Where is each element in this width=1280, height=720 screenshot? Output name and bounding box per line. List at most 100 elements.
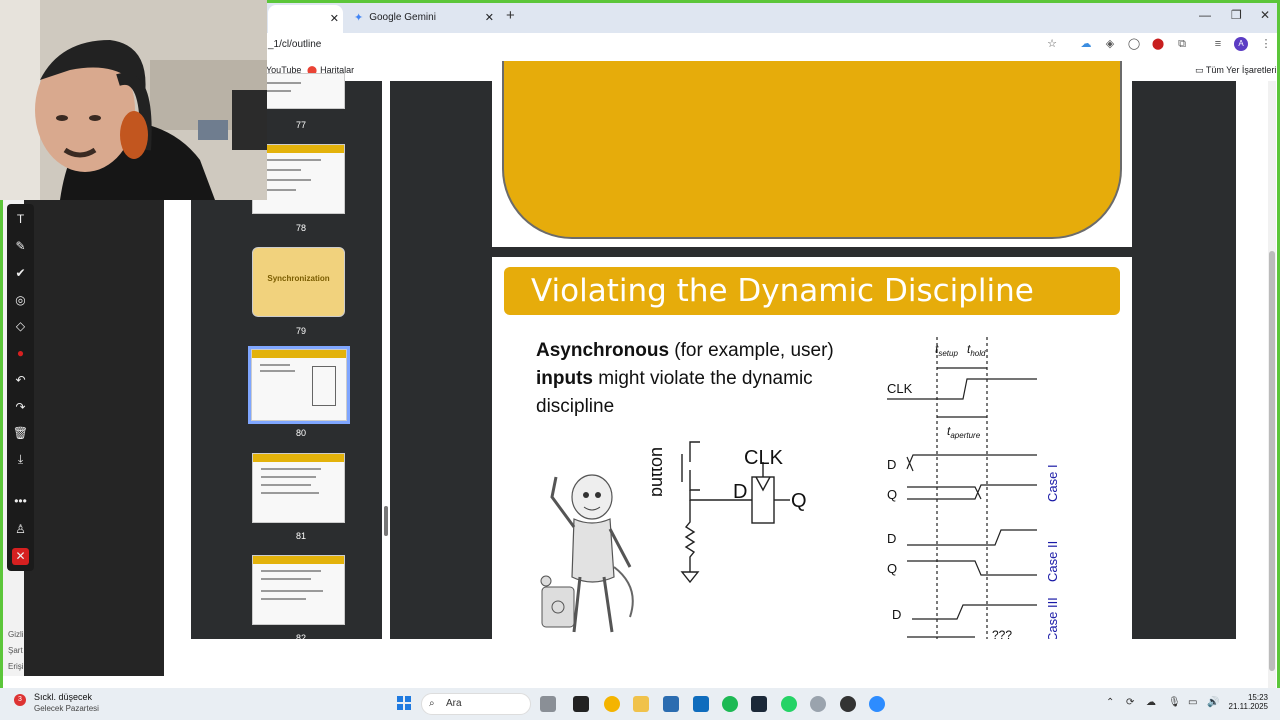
minimize-button[interactable]: — <box>1199 8 1211 22</box>
thumb-diagram <box>312 366 336 406</box>
undo-icon[interactable]: ↶ <box>7 373 34 387</box>
settings-gear-icon[interactable] <box>810 696 826 712</box>
thumb-title-bar <box>252 350 346 358</box>
zoom-icon[interactable] <box>869 696 885 712</box>
tab-google-gemini[interactable]: ✦ Google Gemini ✕ <box>348 5 498 29</box>
thumb-line <box>261 169 301 171</box>
download-icon[interactable]: ⤓ <box>7 452 34 467</box>
sync-icon[interactable]: ⟳ <box>1126 697 1134 708</box>
d-signal-label: D <box>887 457 896 472</box>
close-tab-icon[interactable]: ✕ <box>485 11 494 24</box>
scrollbar-thumb[interactable] <box>1269 251 1275 671</box>
weather-title: Sıckl. düşecek <box>34 692 93 702</box>
url-field[interactable]: _1/cl/outline <box>268 39 321 50</box>
notification-badge: 3 <box>14 694 26 706</box>
annotation-toolbar: T ✎ ✔ ◎ ◇ ● ↶ ↷ 🗑 ⤓ ••• ♙ ✕ <box>7 204 34 571</box>
close-tab-icon[interactable]: ✕ <box>330 12 339 25</box>
thumb-line <box>261 492 319 494</box>
media-control-icon[interactable]: ≡ <box>1211 37 1225 51</box>
eraser-tool-icon[interactable]: ◇ <box>7 319 34 333</box>
t-setup: tsetup <box>935 342 958 358</box>
thumb-line <box>261 159 321 161</box>
thumbnail-79[interactable]: Synchronization <box>252 247 345 317</box>
bookmark-star-icon[interactable]: ☆ <box>1045 37 1059 51</box>
cloud-extension-icon[interactable]: ☁ <box>1079 37 1093 51</box>
steam-icon[interactable] <box>751 696 767 712</box>
sliver-text: Gizli <box>8 630 24 639</box>
taskbar-search[interactable]: ⌕ Ara <box>421 693 531 715</box>
t-aperture: taperture <box>947 424 981 440</box>
browser-scrollbar[interactable] <box>1268 81 1276 688</box>
microphone-icon[interactable]: 🎙 <box>1168 697 1181 708</box>
thumbnail-82[interactable] <box>252 555 345 625</box>
task-view-icon[interactable] <box>573 696 589 712</box>
folder-icon: ▭ <box>1195 65 1206 75</box>
more-icon[interactable]: ••• <box>7 494 34 508</box>
slide-body-text: Asynchronous (for example, user) inputs … <box>536 337 866 421</box>
highlight-tool-icon[interactable]: ◎ <box>7 293 34 307</box>
app-icon-dark[interactable] <box>840 696 856 712</box>
chrome-icon[interactable] <box>604 696 620 712</box>
d-label: D <box>733 481 747 503</box>
body-text: (for example, user) <box>669 340 834 361</box>
display-icon[interactable]: ▭ <box>1188 697 1197 708</box>
desktop: ✕ ✦ Google Gemini ✕ + — ❐ ✕ _1/cl/outlin… <box>0 0 1280 720</box>
weather-widget[interactable]: 3 Sıckl. düşecek Gelecek Pazartesi <box>14 692 99 713</box>
new-tab-button[interactable]: + <box>506 7 515 24</box>
close-window-button[interactable]: ✕ <box>1260 8 1270 22</box>
thumbnail-80[interactable] <box>248 346 350 424</box>
show-hidden-icons[interactable]: ⌃ <box>1106 697 1114 708</box>
clk-label: CLK <box>744 447 784 469</box>
store-icon[interactable] <box>663 696 679 712</box>
extension-icon[interactable]: ◯ <box>1127 37 1141 51</box>
text-tool-icon[interactable]: T <box>7 212 34 226</box>
restore-button[interactable]: ❐ <box>1231 8 1242 22</box>
whatsapp-icon[interactable] <box>781 696 797 712</box>
thumb-line <box>261 598 306 600</box>
volume-icon[interactable]: 🔊 <box>1207 697 1219 708</box>
all-bookmarks[interactable]: ▭ Tüm Yer İşaretleri <box>1195 65 1276 76</box>
rounded-box <box>502 61 1122 239</box>
thumb-line <box>261 468 321 470</box>
tab-title: Google Gemini <box>369 11 436 23</box>
thumb-line <box>261 484 311 486</box>
file-explorer-icon[interactable] <box>633 696 649 712</box>
windows-start-icon[interactable] <box>397 696 411 710</box>
thumb-line <box>261 179 311 181</box>
color-picker-icon[interactable]: ● <box>7 346 34 360</box>
app-icon-boat[interactable] <box>540 696 556 712</box>
clock-time: 15:23 <box>1247 693 1268 702</box>
system-clock[interactable]: 15:23 21.11.2025 <box>1224 693 1268 711</box>
d-signal-label: D <box>892 607 901 622</box>
current-slide: Violating the Dynamic Discipline Asynchr… <box>492 257 1132 639</box>
page-scrollbar[interactable] <box>1236 81 1248 639</box>
thumbnail-number: 80 <box>295 428 306 438</box>
redo-icon[interactable]: ↷ <box>7 400 34 414</box>
user-icon[interactable]: ♙ <box>7 522 34 536</box>
close-icon[interactable]: ✕ <box>12 548 29 565</box>
button-label: button <box>652 447 666 497</box>
trash-icon[interactable]: 🗑 <box>7 426 34 440</box>
extensions-puzzle-icon[interactable]: ⧉ <box>1175 37 1189 51</box>
cloud-off-icon[interactable]: ☁ <box>1146 697 1156 708</box>
scrollbar-thumb[interactable] <box>384 506 388 536</box>
thumb-title-bar <box>253 556 344 564</box>
thumbnail-scrollbar[interactable] <box>382 81 390 639</box>
outlook-icon[interactable] <box>693 696 709 712</box>
thumbnail-81[interactable] <box>252 453 345 523</box>
bookmark-label: Tüm Yer İşaretleri <box>1205 65 1277 75</box>
thumbnail-number: 81 <box>295 531 306 541</box>
clock-date: 21.11.2025 <box>1228 702 1268 711</box>
check-tool-icon[interactable]: ✔ <box>7 266 34 280</box>
profile-avatar[interactable]: A <box>1234 37 1248 51</box>
thumb-line <box>261 590 323 592</box>
spotify-icon[interactable] <box>722 696 738 712</box>
adblock-extension-icon[interactable]: ⬤ <box>1151 37 1165 51</box>
d-signal-label: D <box>887 531 896 546</box>
case-1-label: Case I <box>1045 464 1060 502</box>
shield-extension-icon[interactable]: ◈ <box>1103 37 1117 51</box>
tab-active[interactable]: ✕ <box>268 5 343 33</box>
pen-tool-icon[interactable]: ✎ <box>7 239 34 253</box>
taskbar: 3 Sıckl. düşecek Gelecek Pazartesi ⌕ Ara … <box>0 688 1280 720</box>
menu-icon[interactable]: ⋮ <box>1259 37 1273 51</box>
